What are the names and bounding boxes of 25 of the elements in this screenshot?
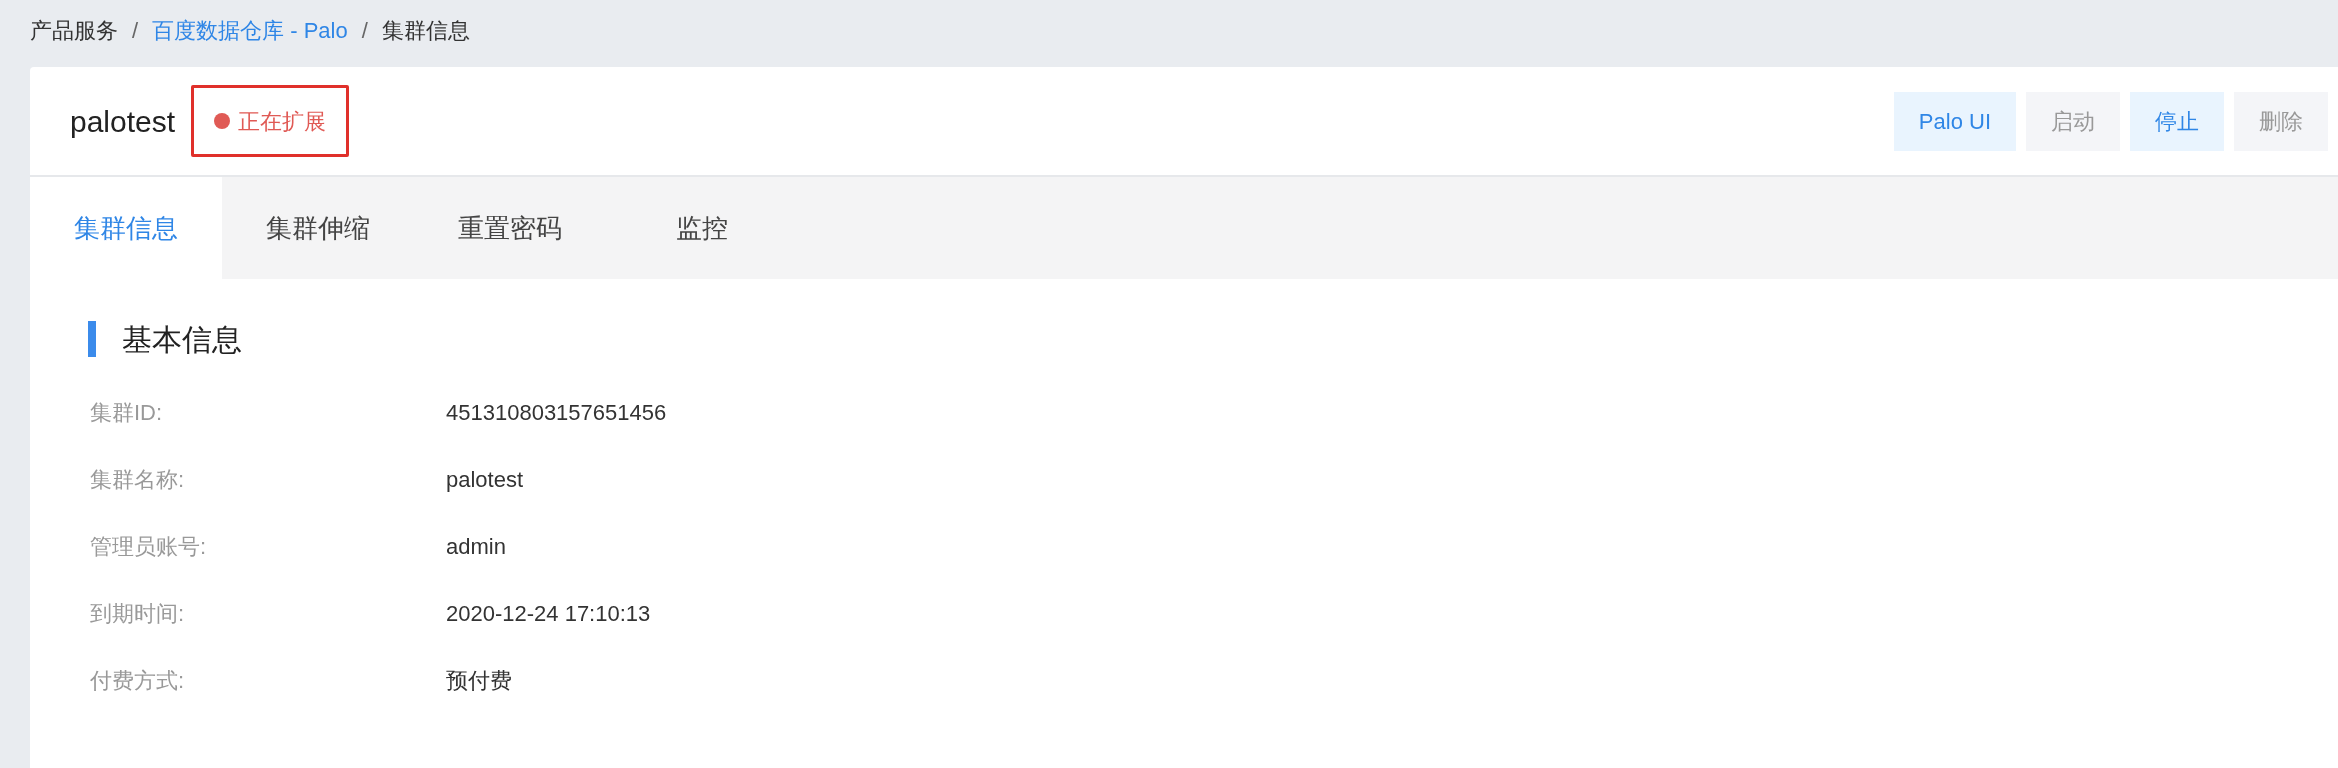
field-value: 2020-12-24 17:10:13: [446, 600, 651, 628]
section-title: 基本信息: [122, 321, 242, 358]
field-value: 预付费: [446, 667, 512, 695]
field-label: 到期时间:: [89, 600, 186, 628]
breadcrumb-item: 集群信息: [381, 17, 470, 45]
field-label: 付费方式:: [89, 667, 186, 695]
field-value: palotest: [446, 466, 524, 494]
section-accent-bar: [88, 321, 96, 357]
breadcrumb-link[interactable]: 百度数据仓库 - Palo: [152, 14, 348, 47]
cluster-name: palotest: [70, 103, 176, 140]
action-button[interactable]: Palo UI: [1893, 91, 2016, 151]
field-label: 管理员账号:: [89, 533, 208, 561]
field-value: admin: [446, 533, 506, 561]
tab[interactable]: 集群伸缩: [222, 177, 414, 279]
breadcrumb-separator: /: [132, 17, 139, 45]
breadcrumb-item: 产品服务: [30, 17, 118, 45]
tab[interactable]: 集群信息: [30, 177, 222, 279]
field-value: 451310803157651456: [446, 399, 667, 427]
status-label: 正在扩展: [238, 107, 327, 136]
tab[interactable]: 监控: [606, 177, 798, 279]
breadcrumb-separator: /: [361, 17, 368, 45]
field-label: 集群ID:: [89, 399, 164, 427]
action-button[interactable]: 停止: [2130, 91, 2224, 151]
tab[interactable]: 重置密码: [414, 177, 606, 279]
field-label: 集群名称:: [89, 466, 186, 494]
